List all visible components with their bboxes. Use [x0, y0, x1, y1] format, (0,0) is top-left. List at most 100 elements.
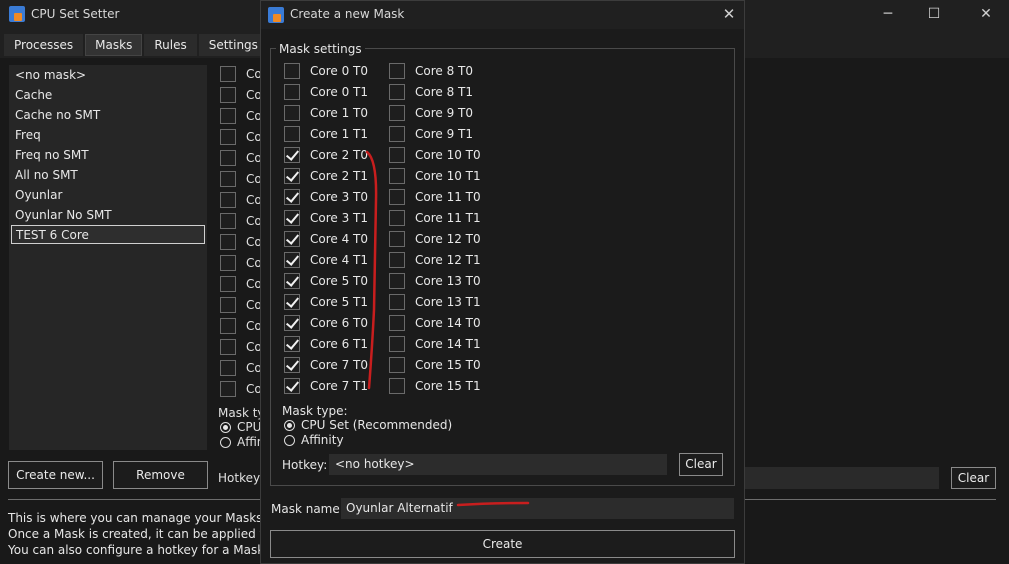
core-checkbox[interactable]: [284, 315, 300, 331]
core-checkbox-label: Core 5 T1: [310, 295, 369, 309]
hotkey-clear-button[interactable]: Clear: [679, 453, 723, 476]
bg-core-checkbox[interactable]: [220, 150, 236, 166]
core-checkbox-label: Core 14 T0: [415, 316, 481, 330]
hotkey-label: Hotkey:: [282, 458, 328, 472]
mask-name-input[interactable]: Oyunlar Alternatif: [341, 498, 734, 519]
core-checkbox[interactable]: [389, 126, 405, 142]
mask-list[interactable]: <no mask> Cache Cache no SMT Freq Freq n…: [9, 65, 207, 450]
mask-list-item[interactable]: Cache no SMT: [15, 106, 100, 125]
core-checkbox[interactable]: [284, 126, 300, 142]
bg-core-checkbox[interactable]: [220, 192, 236, 208]
bg-core-checkbox[interactable]: [220, 129, 236, 145]
remove-button[interactable]: Remove: [113, 461, 208, 489]
bg-mask-type-label: Mask ty: [218, 406, 265, 420]
app-title: CPU Set Setter: [31, 7, 120, 21]
core-checkbox[interactable]: [389, 294, 405, 310]
core-checkbox[interactable]: [284, 357, 300, 373]
affinity-radio[interactable]: [284, 435, 295, 446]
core-checkbox[interactable]: [284, 105, 300, 121]
bg-core-checkbox[interactable]: [220, 213, 236, 229]
mask-list-item[interactable]: <no mask>: [15, 66, 86, 85]
core-checkbox-label: Core 2 T1: [310, 169, 369, 183]
core-checkbox-label: Core 0 T1: [310, 85, 369, 99]
core-checkbox[interactable]: [389, 315, 405, 331]
bg-core-checkbox[interactable]: [220, 360, 236, 376]
core-checkbox-label: Core 9 T1: [415, 127, 474, 141]
mask-list-item[interactable]: All no SMT: [15, 166, 78, 185]
bg-affinity-radio[interactable]: [220, 437, 231, 448]
core-checkbox[interactable]: [284, 84, 300, 100]
cpuset-radio[interactable]: [284, 420, 295, 431]
core-checkbox[interactable]: [389, 189, 405, 205]
cpuset-radio-label: CPU Set (Recommended): [301, 418, 453, 432]
core-checkbox[interactable]: [284, 252, 300, 268]
core-checkbox[interactable]: [389, 273, 405, 289]
info-text-line: Once a Mask is created, it can be applie…: [8, 527, 295, 541]
bg-core-checkbox[interactable]: [220, 318, 236, 334]
maximize-button[interactable]: ☐: [912, 0, 956, 30]
core-checkbox[interactable]: [284, 294, 300, 310]
bg-clear-button[interactable]: Clear: [951, 467, 996, 489]
bg-core-checkbox[interactable]: [220, 297, 236, 313]
bg-core-checkbox[interactable]: [220, 87, 236, 103]
mask-name-label: Mask name:: [271, 502, 344, 516]
close-button[interactable]: ✕: [964, 0, 1008, 30]
tab-processes[interactable]: Processes: [4, 34, 84, 56]
mask-list-item-selected[interactable]: TEST 6 Core: [11, 225, 205, 244]
core-checkbox-label: Core 7 T0: [310, 358, 369, 372]
core-checkbox[interactable]: [389, 105, 405, 121]
core-checkbox[interactable]: [284, 273, 300, 289]
create-button[interactable]: Create: [270, 530, 735, 558]
hotkey-field[interactable]: <no hotkey>: [329, 454, 667, 475]
core-checkbox-label: Core 11 T1: [415, 211, 481, 225]
core-checkbox[interactable]: [389, 210, 405, 226]
bg-core-checkbox[interactable]: [220, 255, 236, 271]
core-checkbox[interactable]: [389, 147, 405, 163]
core-checkbox-label: Core 5 T0: [310, 274, 369, 288]
core-checkbox-label: Core 9 T0: [415, 106, 474, 120]
core-checkbox-label: Core 13 T1: [415, 295, 481, 309]
core-checkbox[interactable]: [389, 357, 405, 373]
bg-core-checkbox[interactable]: [220, 339, 236, 355]
bg-core-checkbox[interactable]: [220, 381, 236, 397]
app-icon: [9, 6, 25, 22]
dialog-close-icon[interactable]: ✕: [719, 4, 739, 24]
core-checkbox[interactable]: [284, 210, 300, 226]
tab-rules[interactable]: Rules: [144, 34, 197, 56]
core-checkbox[interactable]: [284, 378, 300, 394]
core-checkbox[interactable]: [389, 378, 405, 394]
core-checkbox[interactable]: [284, 147, 300, 163]
core-checkbox-label: Core 4 T1: [310, 253, 369, 267]
core-checkbox[interactable]: [284, 189, 300, 205]
core-checkbox[interactable]: [389, 231, 405, 247]
create-new-button[interactable]: Create new...: [8, 461, 103, 489]
tab-settings[interactable]: Settings: [198, 34, 268, 56]
core-checkbox[interactable]: [389, 252, 405, 268]
bg-core-checkbox[interactable]: [220, 108, 236, 124]
bg-core-checkbox[interactable]: [220, 276, 236, 292]
core-checkbox[interactable]: [284, 231, 300, 247]
core-checkbox-label: Core 10 T0: [415, 148, 481, 162]
minimize-button[interactable]: ─: [866, 0, 910, 30]
core-checkbox[interactable]: [389, 168, 405, 184]
bg-core-checkbox[interactable]: [220, 171, 236, 187]
core-checkbox[interactable]: [389, 336, 405, 352]
core-checkbox[interactable]: [389, 63, 405, 79]
mask-list-item[interactable]: Oyunlar: [15, 186, 62, 205]
core-checkbox[interactable]: [284, 168, 300, 184]
core-checkbox-label: Core 4 T0: [310, 232, 369, 246]
tab-masks[interactable]: Masks: [85, 34, 143, 56]
bg-core-checkbox[interactable]: [220, 234, 236, 250]
mask-list-item[interactable]: Freq: [15, 126, 41, 145]
bg-cpuset-radio[interactable]: [220, 422, 231, 433]
core-checkbox[interactable]: [389, 84, 405, 100]
bg-core-checkbox[interactable]: [220, 66, 236, 82]
mask-list-item[interactable]: Oyunlar No SMT: [15, 206, 112, 225]
core-checkbox[interactable]: [284, 336, 300, 352]
mask-type-label: Mask type:: [282, 404, 348, 418]
core-checkbox[interactable]: [284, 63, 300, 79]
create-mask-dialog: Create a new Mask ✕ Mask settings Core 0…: [260, 0, 745, 564]
mask-list-item[interactable]: Freq no SMT: [15, 146, 89, 165]
bg-hotkey-field[interactable]: [733, 467, 939, 489]
mask-list-item[interactable]: Cache: [15, 86, 52, 105]
